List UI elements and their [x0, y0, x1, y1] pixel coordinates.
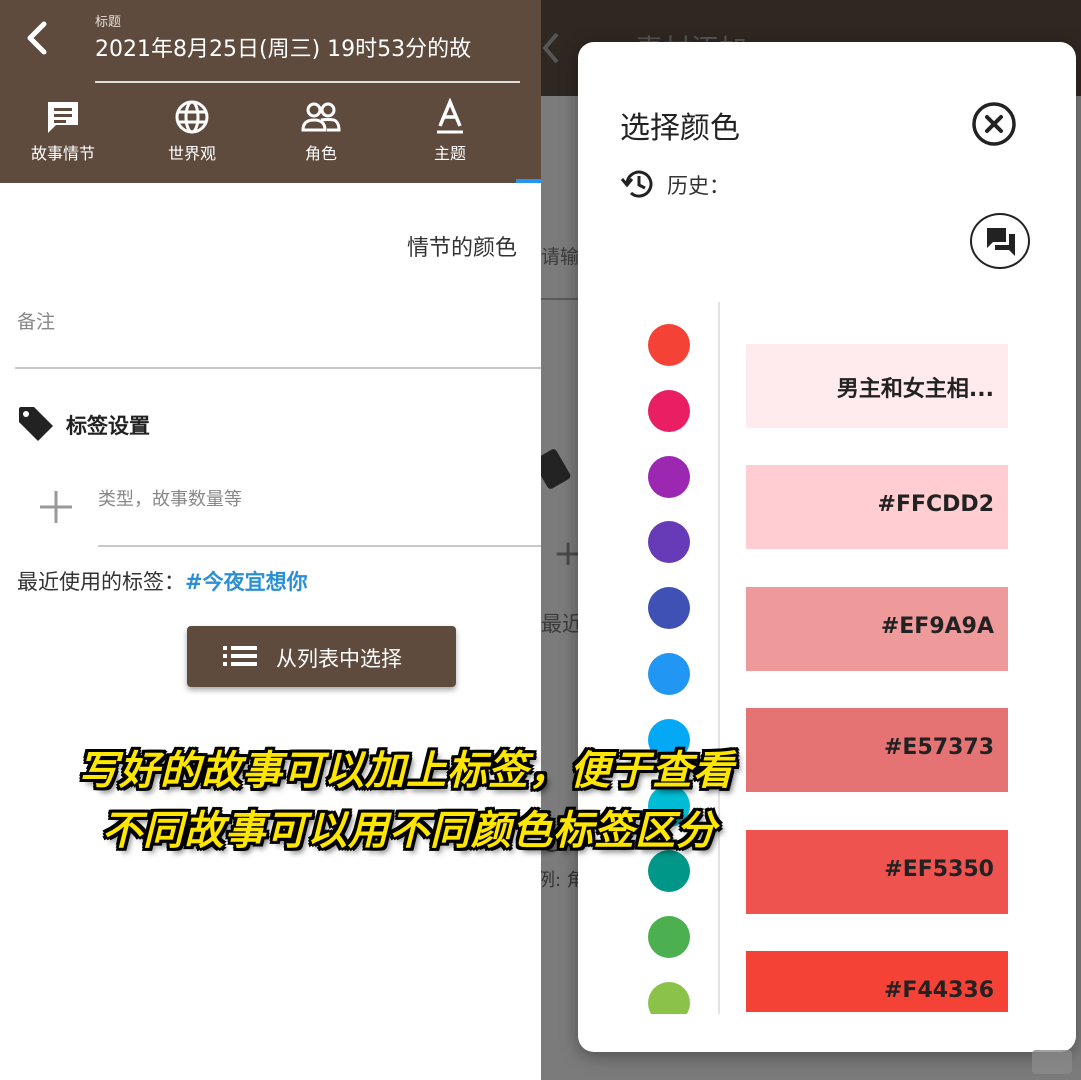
add-tag-button[interactable] [36, 487, 76, 527]
color-swatch[interactable]: #EF9A9A [746, 586, 1008, 671]
color-picker-dialog: 选择颜色 历史： 男主和女主相... #FFCDD2 #EF9A9A #E57373 #… [578, 42, 1076, 1052]
caption-line-2: 不同故事可以用不同颜色标签区分 [102, 808, 717, 854]
message-icon [48, 102, 78, 133]
color-swatch[interactable]: #EF5350 [746, 829, 1008, 914]
color-swatch[interactable]: 男主和女主相... [746, 344, 1008, 428]
palette-color-dot[interactable] [648, 982, 690, 1014]
title-underline [95, 81, 520, 83]
watermark-badge [1032, 1050, 1072, 1074]
tag-input[interactable]: 类型，故事数量等 [98, 485, 242, 511]
palette-divider [718, 302, 720, 1014]
color-swatch-label: 男主和女主相... [836, 377, 994, 402]
select-from-list-label: 从列表中选择 [276, 647, 402, 671]
tab-indicator [516, 179, 541, 183]
tab-label: 主题 [433, 144, 466, 163]
tab-story-plot[interactable]: 故事情节 [8, 98, 118, 168]
color-swatch-label: #FFCDD2 [877, 492, 994, 518]
color-swatch-label: #F44336 [884, 978, 994, 1003]
tag-settings-heading: 标签设置 [66, 414, 150, 438]
color-swatch-label: #E57373 [884, 735, 994, 761]
select-from-list-button[interactable]: 从列表中选择 [187, 626, 456, 687]
caption-line-1: 写好的故事可以加上标签，便于查看 [78, 748, 734, 794]
chevron-left-icon [27, 21, 47, 55]
background-recent: 最近 [541, 612, 583, 636]
tab-label: 世界观 [167, 144, 216, 163]
color-swatch-label: #EF5350 [884, 856, 994, 882]
tab-characters[interactable]: 角色 [266, 98, 376, 168]
font-icon [437, 98, 463, 134]
back-button[interactable] [20, 18, 56, 58]
color-swatch-label: #EF9A9A [880, 613, 994, 639]
tag-input-underline [98, 545, 541, 547]
editor-header: 标题 2021年8月25日(周三) 19时53分的故 故事情节 世界观 角色 主… [0, 0, 541, 183]
background-divider [541, 298, 581, 300]
recent-tags-label: 最近使用的标签： [17, 570, 185, 594]
note-underline [15, 367, 541, 369]
note-field[interactable]: 备注 [17, 307, 55, 334]
palette-color-dot[interactable] [648, 587, 690, 630]
palette-color-dot[interactable] [648, 850, 690, 893]
palette-color-dot[interactable] [648, 324, 690, 366]
shade-swatch-column: 男主和女主相... #FFCDD2 #EF9A9A #E57373 #EF5350 #F4… [746, 344, 1008, 1012]
history-toggle-button[interactable] [970, 213, 1030, 269]
recent-tags-row: 最近使用的标签：#今夜宜想你 [17, 566, 308, 596]
palette-dot-column [648, 324, 690, 1014]
color-swatch[interactable]: #FFCDD2 [746, 465, 1008, 550]
palette-color-dot[interactable] [648, 916, 690, 959]
plot-color-button[interactable]: 情节的颜色 [407, 230, 517, 262]
dialog-title: 选择颜色 [620, 111, 740, 146]
story-editor-panel: 标题 2021年8月25日(周三) 19时53分的故 故事情节 世界观 角色 主… [0, 0, 541, 1080]
palette-color-dot[interactable] [648, 389, 690, 432]
history-label: 历史： [667, 174, 730, 198]
forum-icon [987, 228, 1015, 256]
tab-world-view[interactable]: 世界观 [137, 98, 247, 168]
tag-icon [19, 407, 53, 441]
list-icon [223, 646, 257, 666]
palette-color-dot[interactable] [648, 521, 690, 564]
close-button[interactable] [971, 101, 1017, 147]
palette-color-dot[interactable] [648, 653, 690, 695]
people-icon [301, 102, 341, 132]
tab-label: 故事情节 [30, 144, 95, 163]
title-input[interactable]: 2021年8月25日(周三) 19时53分的故 [95, 31, 471, 63]
chevron-left-icon [542, 32, 559, 64]
color-swatch[interactable]: #E57373 [746, 708, 1008, 793]
tab-label: 角色 [304, 144, 337, 163]
color-swatch[interactable]: #F44336 [746, 951, 1008, 1012]
tab-theme[interactable]: 主题 [395, 98, 505, 168]
globe-icon [175, 100, 209, 134]
tag-icon [541, 447, 572, 491]
title-field-label: 标题 [95, 15, 122, 30]
palette-color-dot[interactable] [648, 455, 690, 498]
recent-tag-link[interactable]: #今夜宜想你 [185, 570, 308, 594]
history-icon [620, 170, 653, 198]
